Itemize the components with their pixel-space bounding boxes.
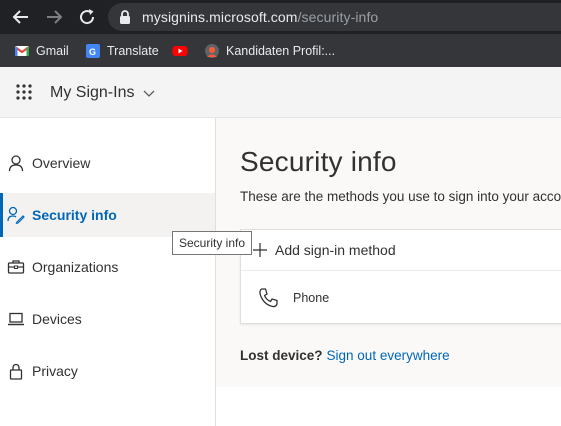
sidebar-item-label: Privacy (32, 363, 78, 379)
sidebar-nav: Overview Security info Organizations Dev… (0, 118, 216, 426)
sidebar-item-label: Security info (32, 207, 117, 223)
bookmark-gmail[interactable]: Gmail (14, 34, 69, 67)
sidebar-item-label: Overview (32, 155, 91, 171)
bookmark-label: Translate (107, 43, 159, 58)
sign-out-everywhere-link[interactable]: Sign out everywhere (327, 348, 450, 363)
page-subtitle: These are the methods you use to sign in… (240, 189, 561, 204)
bookmark-label: Kandidaten Profil:... (226, 43, 336, 58)
phone-icon (259, 288, 278, 308)
app-title[interactable]: My Sign-Ins (50, 84, 134, 102)
add-sign-in-method-label: Add sign-in method (275, 242, 396, 258)
google-translate-icon: G (86, 43, 100, 58)
bookmarks-bar: Gmail G Translate Kandidaten Profil:... (0, 34, 561, 67)
forward-arrow-icon[interactable] (44, 7, 64, 27)
sidebar-item-privacy[interactable]: Privacy (0, 349, 215, 393)
svg-text:G: G (89, 47, 96, 57)
content-panel: Security info These are the methods you … (216, 118, 561, 387)
gmail-icon (14, 45, 30, 56)
method-row-phone[interactable]: Phone (241, 271, 561, 325)
url-path: /security-info (297, 9, 379, 25)
briefcase-icon (7, 260, 25, 274)
main-content: Security info These are the methods you … (216, 118, 561, 426)
app-launcher-waffle-icon[interactable] (15, 83, 33, 101)
sign-in-methods-card: Add sign-in method Phone (240, 229, 561, 324)
browser-toolbar: mysignins.microsoft.com/security-info (0, 0, 561, 34)
sidebar-item-label: Organizations (32, 259, 119, 275)
reload-icon[interactable] (77, 7, 97, 27)
page-title: Security info (240, 146, 397, 177)
bookmark-translate[interactable]: G Translate (85, 34, 159, 67)
secure-lock-icon[interactable] (118, 9, 132, 25)
url-domain: mysignins.microsoft.com (142, 9, 298, 25)
sidebar-item-overview[interactable]: Overview (0, 141, 215, 185)
url-text[interactable]: mysignins.microsoft.com/security-info (142, 9, 378, 25)
add-sign-in-method-button[interactable]: Add sign-in method (241, 230, 561, 271)
bookmark-kandidaten[interactable]: Kandidaten Profil:... (204, 34, 335, 67)
lost-device-label: Lost device? (240, 348, 323, 363)
lock-icon (9, 363, 23, 380)
youtube-icon (172, 45, 188, 56)
sidebar-item-devices[interactable]: Devices (0, 297, 215, 341)
sidebar-item-label: Devices (32, 311, 82, 327)
app-header: My Sign-Ins (0, 67, 561, 118)
security-info-icon (7, 206, 25, 224)
back-arrow-icon[interactable] (11, 7, 31, 27)
chevron-down-icon[interactable] (143, 88, 155, 98)
profile-favicon-icon (205, 43, 219, 58)
bookmark-label: Gmail (36, 43, 69, 58)
tooltip: Security info (172, 231, 253, 255)
person-icon (8, 155, 24, 172)
plus-icon (253, 243, 267, 257)
laptop-icon (8, 312, 24, 326)
lost-device-line: Lost device? Sign out everywhere (240, 348, 450, 363)
bookmark-youtube[interactable] (172, 34, 188, 67)
method-label: Phone (293, 291, 330, 305)
